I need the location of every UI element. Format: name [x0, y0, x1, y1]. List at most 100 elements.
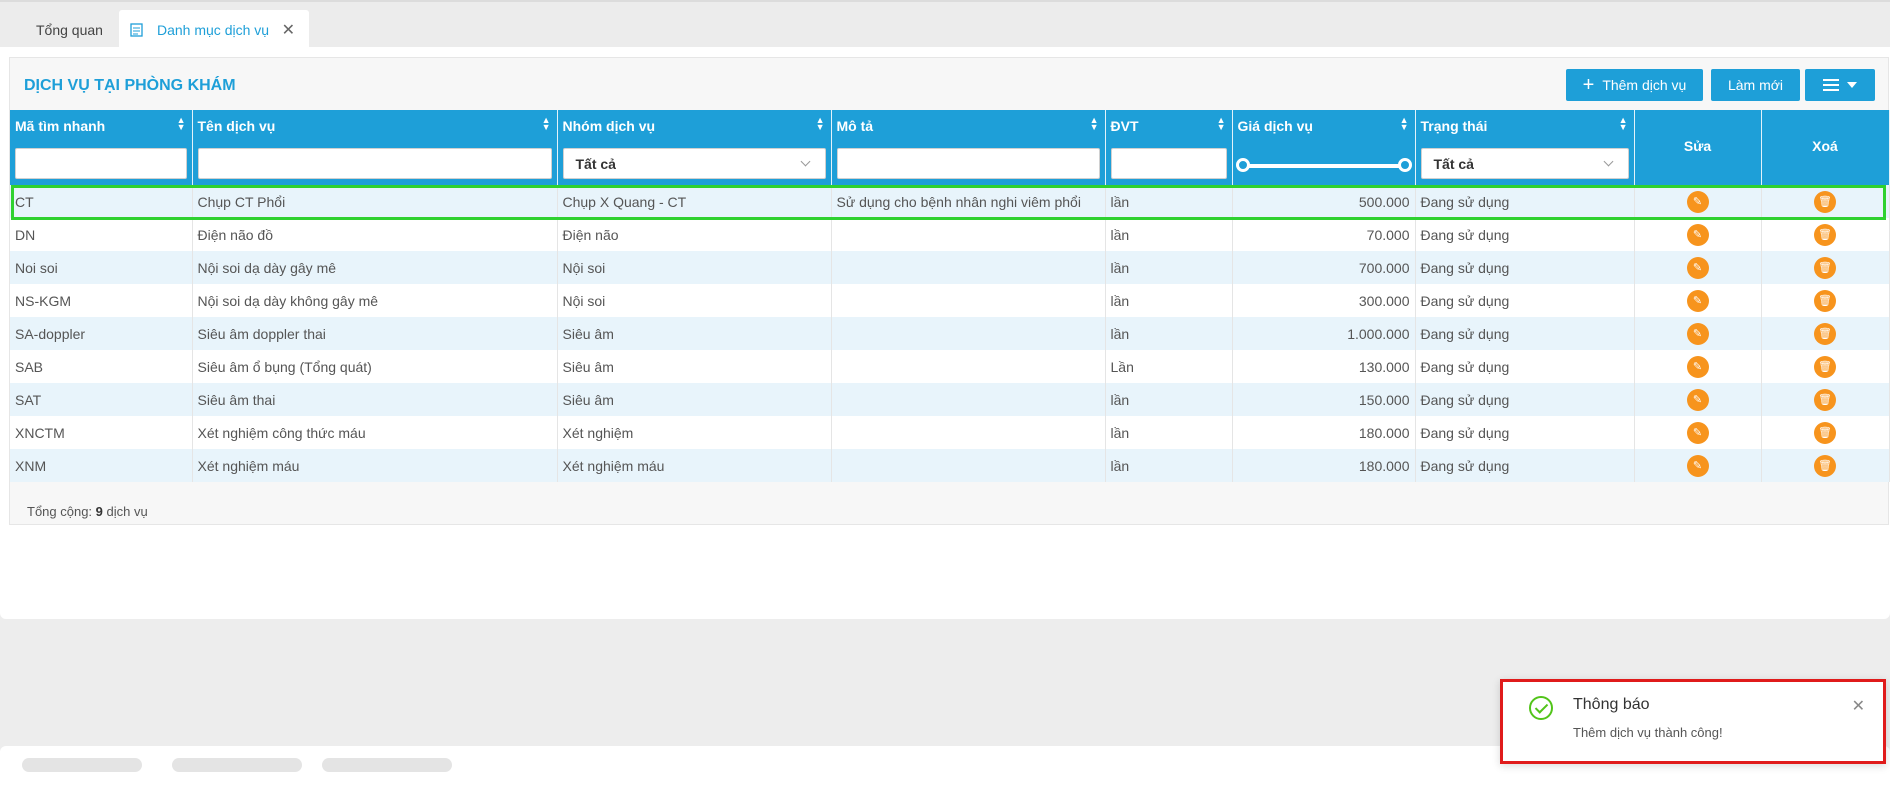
cell-price: 700.000	[1232, 251, 1416, 284]
cell-desc	[831, 284, 1106, 317]
cell-group: Nội soi	[557, 251, 832, 284]
cell-desc	[831, 449, 1106, 482]
filter-group-select[interactable]: Tất cả	[562, 148, 826, 179]
col-header-price[interactable]: Giá dịch vụ ▲ ▼	[1232, 110, 1416, 185]
close-icon[interactable]: ✕	[1852, 696, 1865, 716]
edit-icon[interactable]: ✎	[1686, 355, 1709, 378]
edit-icon[interactable]: ✎	[1686, 388, 1709, 411]
table-row[interactable]: SAB Siêu âm ổ bụng (Tổng quát) Siêu âm Lần 1…	[10, 350, 1890, 383]
sort-icon[interactable]: ▲ ▼	[177, 116, 186, 132]
columns-icon	[1823, 79, 1839, 91]
cell-status: Đang sử dụng	[1415, 251, 1635, 284]
table-row[interactable]: XNM Xét nghiệm máu Xét nghiệm máu lần 180.00…	[10, 449, 1890, 482]
service-card: DỊCH VỤ TẠI PHÒNG KHÁM + Thêm dịch vụ Là…	[9, 57, 1890, 525]
sort-icon[interactable]: ▲ ▼	[816, 116, 825, 132]
table-row[interactable]: SA-doppler Siêu âm doppler thai Siêu âm lần…	[10, 317, 1890, 350]
sort-icon[interactable]: ▲ ▼	[542, 116, 551, 132]
cell-status: Đang sử dụng	[1415, 218, 1635, 251]
trash-icon[interactable]: 🗑	[1814, 190, 1836, 213]
edit-icon[interactable]: ✎	[1686, 289, 1709, 312]
slider-max-handle[interactable]	[1397, 158, 1412, 172]
filter-desc-input[interactable]	[836, 148, 1100, 179]
filter-code-input[interactable]	[15, 148, 187, 179]
cell-name: Chụp CT Phổi	[192, 185, 558, 218]
edit-icon[interactable]: ✎	[1686, 256, 1709, 279]
cell-desc	[831, 350, 1106, 383]
cell-delete: 🗑	[1761, 449, 1890, 482]
edit-icon[interactable]: ✎	[1686, 190, 1709, 213]
trash-icon[interactable]: 🗑	[1814, 256, 1836, 279]
col-header-status[interactable]: Trạng thái ▲ ▼ Tất cả	[1415, 110, 1635, 185]
cell-delete: 🗑	[1761, 317, 1890, 350]
refresh-button[interactable]: Làm mới	[1711, 69, 1800, 101]
trash-icon[interactable]: 🗑	[1814, 388, 1836, 411]
add-service-label: Thêm dịch vụ	[1602, 77, 1687, 93]
col-header-desc[interactable]: Mô tả ▲ ▼	[831, 110, 1106, 185]
col-header-code[interactable]: Mã tìm nhanh ▲ ▼	[10, 110, 193, 185]
col-header-group[interactable]: Nhóm dịch vụ ▲ ▼ Tất cả	[557, 110, 832, 185]
sort-icon[interactable]: ▲ ▼	[1400, 116, 1409, 132]
cell-desc	[831, 317, 1106, 350]
cell-status: Đang sử dụng	[1415, 383, 1635, 416]
close-icon[interactable]: ✕	[282, 20, 295, 40]
blurred-item	[322, 758, 452, 772]
plus-icon: +	[1582, 73, 1595, 96]
cell-unit: lần	[1105, 251, 1233, 284]
slider-min-handle[interactable]	[1235, 158, 1250, 172]
trash-icon[interactable]: 🗑	[1814, 322, 1836, 345]
cell-edit: ✎	[1634, 317, 1762, 350]
tab-label: Tổng quan	[36, 21, 103, 38]
edit-icon[interactable]: ✎	[1686, 454, 1709, 477]
cell-price: 130.000	[1232, 350, 1416, 383]
sort-icon[interactable]: ▲ ▼	[1090, 116, 1099, 132]
edit-icon[interactable]: ✎	[1686, 421, 1709, 444]
tab-service-catalog[interactable]: Danh mục dịch vụ ✕	[119, 10, 309, 49]
trash-icon[interactable]: 🗑	[1814, 454, 1836, 477]
column-settings-button[interactable]	[1805, 69, 1875, 101]
catalog-icon	[129, 22, 145, 38]
cell-unit: lần	[1105, 317, 1233, 350]
filter-status-select[interactable]: Tất cả	[1420, 148, 1629, 179]
cell-code: XNM	[10, 449, 193, 482]
col-header-unit[interactable]: ĐVT ▲ ▼	[1105, 110, 1233, 185]
total-count: Tổng cộng: 9 dịch vụ	[27, 504, 148, 519]
caret-down-icon	[1847, 82, 1857, 88]
trash-icon[interactable]: 🗑	[1814, 421, 1836, 444]
edit-icon[interactable]: ✎	[1686, 322, 1709, 345]
tab-label: Danh mục dịch vụ	[157, 21, 270, 38]
table-row[interactable]: XNCTM Xét nghiệm công thức máu Xét nghiệm l…	[10, 416, 1890, 449]
cell-price: 300.000	[1232, 284, 1416, 317]
cell-group: Siêu âm	[557, 317, 832, 350]
cell-edit: ✎	[1634, 416, 1762, 449]
filter-name-input[interactable]	[197, 148, 552, 179]
sort-icon[interactable]: ▲ ▼	[1217, 116, 1226, 132]
table-row[interactable]: Noi soi Nội soi dạ dày gây mê Nội soi lần 70…	[10, 251, 1890, 284]
blurred-item	[172, 758, 302, 772]
cell-unit: lần	[1105, 185, 1233, 218]
cell-code: SA-doppler	[10, 317, 193, 350]
trash-icon[interactable]: 🗑	[1814, 223, 1836, 246]
cell-status: Đang sử dụng	[1415, 284, 1635, 317]
cell-unit: lần	[1105, 383, 1233, 416]
cell-status: Đang sử dụng	[1415, 416, 1635, 449]
cell-group: Nội soi	[557, 284, 832, 317]
table-row[interactable]: SAT Siêu âm thai Siêu âm lần 150.000 Đang sử …	[10, 383, 1890, 416]
service-table: Mã tìm nhanh ▲ ▼ Tên dịch vụ ▲ ▼ Nhóm dịch…	[10, 110, 1890, 482]
cell-price: 70.000	[1232, 218, 1416, 251]
filter-unit-input[interactable]	[1110, 148, 1227, 179]
table-row[interactable]: NS-KGM Nội soi dạ dày không gây mê Nội soi…	[10, 284, 1890, 317]
add-service-button[interactable]: + Thêm dịch vụ	[1566, 69, 1703, 101]
cell-name: Xét nghiệm máu	[192, 449, 558, 482]
sort-icon[interactable]: ▲ ▼	[1619, 116, 1628, 132]
cell-code: Noi soi	[10, 251, 193, 284]
col-header-name[interactable]: Tên dịch vụ ▲ ▼	[192, 110, 558, 185]
edit-icon[interactable]: ✎	[1686, 223, 1709, 246]
table-row[interactable]: DN Điện não đồ Điện não lần 70.000 Đang sử dụ…	[10, 218, 1890, 251]
cell-delete: 🗑	[1761, 185, 1890, 218]
price-range-slider[interactable]	[1235, 158, 1412, 172]
table-row[interactable]: CT Chụp CT Phổi Chụp X Quang - CT Sử dụng c…	[10, 185, 1890, 218]
trash-icon[interactable]: 🗑	[1814, 289, 1836, 312]
cell-code: SAB	[10, 350, 193, 383]
trash-icon[interactable]: 🗑	[1814, 355, 1836, 378]
tab-overview[interactable]: Tổng quan	[0, 10, 116, 49]
